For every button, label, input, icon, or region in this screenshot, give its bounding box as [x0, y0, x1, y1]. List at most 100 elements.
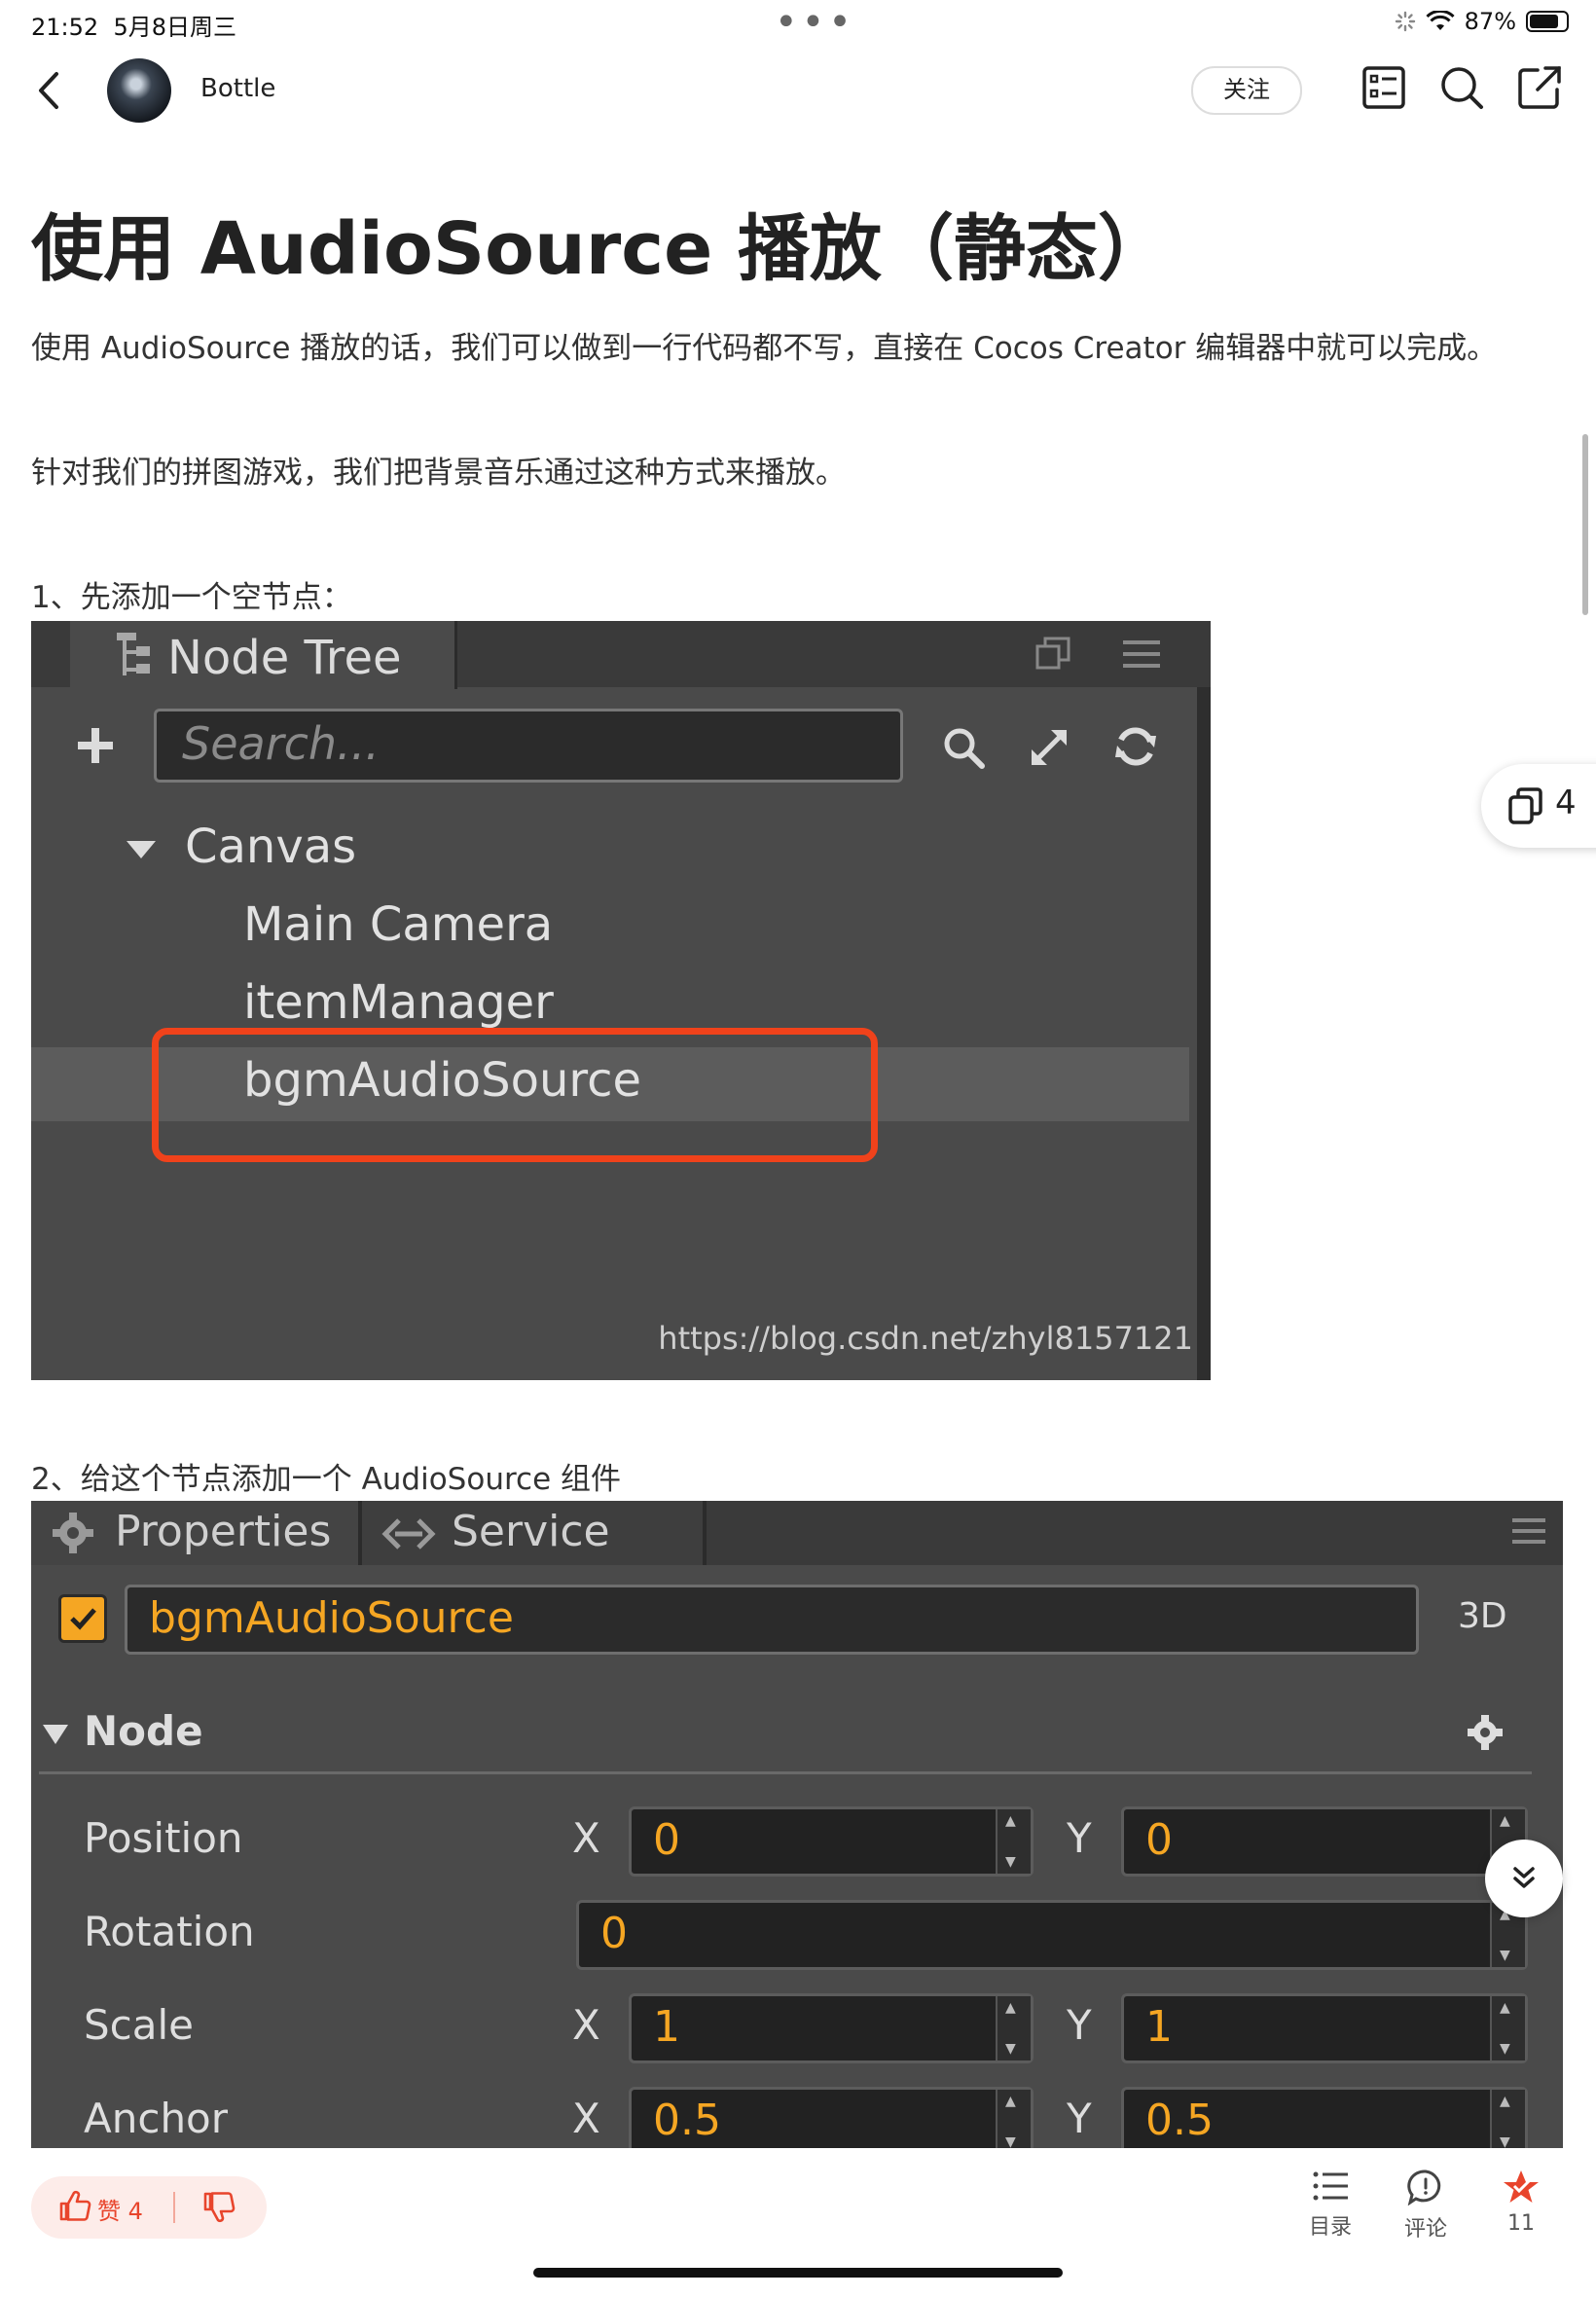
- home-indicator[interactable]: [533, 2268, 1063, 2278]
- author-name[interactable]: Bottle: [200, 74, 275, 103]
- thumbs-up-icon: [59, 2190, 91, 2221]
- toc-label: 目录: [1308, 2215, 1352, 2240]
- battery-percent: 87%: [1464, 8, 1516, 35]
- refresh-icon: [1115, 727, 1156, 766]
- scale-y-field: 1: [1121, 1993, 1528, 2063]
- expand-icon: [1032, 730, 1067, 765]
- tree-node-main-camera: Main Camera: [243, 897, 554, 952]
- like-label: 赞 4: [97, 2198, 143, 2225]
- anchor-x-field: 0.5: [629, 2087, 1034, 2148]
- collapse-triangle-icon: [43, 1725, 68, 1744]
- node-tree-screenshot: Node Tree Search... Canvas Main Camera i…: [31, 621, 1211, 1380]
- stepper-icon: [996, 1809, 1031, 1874]
- panel-scroll-edge: [1197, 687, 1211, 1380]
- back-icon: [39, 72, 58, 109]
- battery-fill: [1530, 15, 1559, 28]
- properties-tab: Properties: [31, 1501, 362, 1565]
- copy-code-button[interactable]: 4: [1481, 764, 1596, 848]
- collect-button[interactable]: 11: [1477, 2169, 1565, 2236]
- list-icon: [1313, 2171, 1348, 2201]
- comment-label: 评论: [1403, 2217, 1447, 2242]
- search-placeholder: Search...: [182, 717, 380, 770]
- stepper-icon: [996, 2090, 1031, 2148]
- article-paragraph: 2、给这个节点添加一个 AudioSource 组件: [31, 1462, 622, 1497]
- position-label: Position: [84, 1814, 243, 1862]
- service-icon: [381, 1518, 436, 1550]
- properties-screenshot: Properties Service bgmAudioSource 3D Nod…: [31, 1501, 1563, 2148]
- gear-icon: [53, 1513, 93, 1553]
- scale-y-value: 1: [1145, 2002, 1173, 2052]
- properties-tab-label: Properties: [115, 1507, 332, 1556]
- highlight-box: [152, 1028, 878, 1162]
- dislike-button[interactable]: [202, 2190, 241, 2225]
- status-time: 21:52 5月8日周三: [31, 14, 236, 41]
- collect-count: 11: [1507, 2211, 1535, 2236]
- rotation-label: Rotation: [84, 1908, 255, 1955]
- article-title: 使用 AudioSource 播放（静态）: [31, 207, 1171, 291]
- service-tab-label: Service: [452, 1507, 610, 1556]
- like-pill: 赞 4: [31, 2176, 267, 2239]
- node-name-field: bgmAudioSource: [125, 1585, 1419, 1655]
- loading-spinner-icon: [1395, 11, 1415, 32]
- comment-button[interactable]: 评论: [1382, 2169, 1469, 2242]
- stepper-icon: [996, 1996, 1031, 2060]
- expand-triangle-icon: [127, 841, 156, 858]
- wifi-icon: [1426, 11, 1455, 30]
- settings-gear-icon: [1468, 1715, 1503, 1750]
- scroll-down-button[interactable]: [1485, 1840, 1563, 1917]
- scale-label: Scale: [84, 2001, 194, 2049]
- service-tab: Service: [362, 1501, 707, 1565]
- pill-divider: [173, 2192, 175, 2223]
- search-button[interactable]: [1436, 62, 1487, 113]
- tree-node-item-manager: itemManager: [243, 975, 554, 1030]
- active-checkbox: [58, 1594, 107, 1643]
- hierarchy-icon: [117, 633, 150, 675]
- image-watermark: https://blog.csdn.net/zhyl8157121: [658, 1320, 1193, 1357]
- anchor-y-value: 0.5: [1145, 2096, 1214, 2145]
- page-scrollbar[interactable]: [1582, 434, 1588, 615]
- back-button[interactable]: [29, 66, 78, 115]
- scale-x-axis: X: [572, 2001, 600, 2049]
- article-paragraph: 使用 AudioSource 播放的话，我们可以做到一行代码都不写，直接在 Co…: [31, 331, 1498, 366]
- position-x-value: 0: [653, 1815, 680, 1865]
- anchor-x-value: 0.5: [653, 2096, 721, 2145]
- article-paragraph: 针对我们的拼图游戏，我们把背景音乐通过这种方式来播放。: [31, 456, 846, 491]
- copy-icon: [1508, 787, 1542, 824]
- checkmark-icon: [70, 1608, 96, 1630]
- multitask-dots-icon[interactable]: •••: [775, 0, 855, 45]
- node-tree-title: Node Tree: [167, 631, 402, 685]
- author-avatar[interactable]: [107, 58, 171, 123]
- follow-button[interactable]: 关注: [1191, 66, 1302, 115]
- node-search-input: Search...: [154, 709, 903, 783]
- position-y-field: 0: [1121, 1806, 1528, 1877]
- checklist-button[interactable]: [1359, 62, 1409, 113]
- share-button[interactable]: [1514, 62, 1565, 113]
- node-section-title: Node: [84, 1707, 203, 1755]
- anchor-x-axis: X: [572, 2095, 600, 2142]
- battery-icon: [1526, 11, 1569, 32]
- 3d-toggle-label: 3D: [1458, 1596, 1507, 1636]
- search-icon: [944, 728, 985, 769]
- checklist-icon: [1362, 66, 1405, 109]
- tree-node-canvas: Canvas: [185, 820, 357, 874]
- like-button[interactable]: 赞 4: [58, 2190, 167, 2225]
- position-x-axis: X: [572, 1814, 600, 1862]
- nav-bar: Bottle 关注: [0, 49, 1596, 156]
- panel-menu-icon: [1512, 1518, 1545, 1544]
- position-y-value: 0: [1145, 1815, 1173, 1865]
- thumbs-down-icon: [203, 2192, 236, 2223]
- scale-y-axis: Y: [1067, 2001, 1092, 2049]
- double-chevron-down-icon: [1513, 1867, 1535, 1888]
- stepper-icon: [1490, 1996, 1525, 2060]
- search-icon: [1441, 67, 1483, 109]
- scale-x-value: 1: [653, 2002, 680, 2052]
- section-divider: [39, 1771, 1532, 1774]
- anchor-y-axis: Y: [1067, 2095, 1092, 2142]
- toc-button[interactable]: 目录: [1287, 2169, 1374, 2241]
- status-bar: 21:52 5月8日周三 ••• 87%: [0, 0, 1596, 49]
- panel-menu-icon: [1123, 640, 1160, 668]
- node-name-value: bgmAudioSource: [149, 1593, 514, 1643]
- star-icon: [1504, 2170, 1539, 2203]
- panel-restore-icon: [1035, 637, 1070, 670]
- anchor-label: Anchor: [84, 2095, 229, 2142]
